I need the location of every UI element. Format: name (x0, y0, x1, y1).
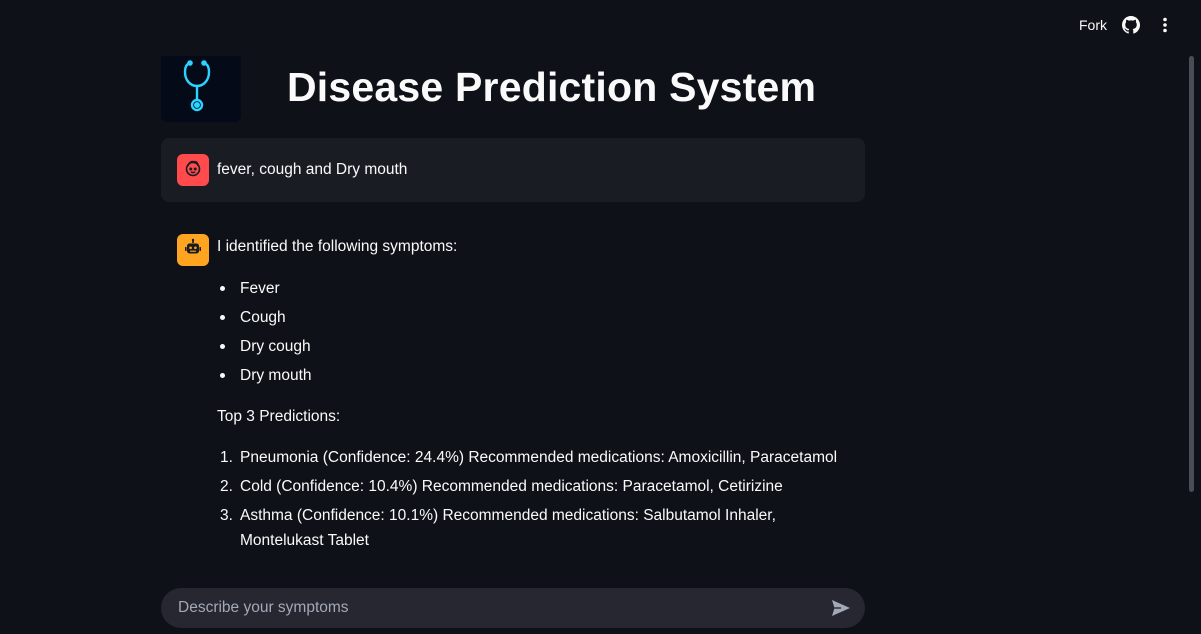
predictions-heading: Top 3 Predictions: (217, 408, 341, 425)
symptom-list: Fever Cough Dry cough Dry mouth (217, 276, 312, 392)
prediction-list: 1. Pneumonia (Confidence: 24.4%) Recomme… (217, 445, 857, 557)
send-icon[interactable] (829, 596, 853, 620)
prediction-text: Cold (Confidence: 10.4%) Recommended med… (240, 478, 783, 495)
user-face-icon (183, 158, 203, 183)
assistant-avatar (177, 234, 209, 266)
prediction-item: 3. Asthma (Confidence: 10.1%) Recommende… (217, 503, 857, 553)
scrollbar[interactable] (1189, 56, 1194, 492)
symptom-item: Dry cough (217, 334, 312, 363)
prediction-item: 2. Cold (Confidence: 10.4%) Recommended … (217, 474, 857, 499)
user-message-text: fever, cough and Dry mouth (217, 161, 408, 178)
symptom-input[interactable] (178, 599, 829, 617)
app-logo (161, 56, 241, 122)
prediction-number: 2. (220, 478, 233, 495)
prediction-text: Asthma (Confidence: 10.1%) Recommended m… (240, 507, 776, 549)
page-title: Disease Prediction System (287, 64, 817, 110)
symptom-item: Dry mouth (217, 363, 312, 392)
symptom-item: Cough (217, 305, 312, 334)
prediction-number: 1. (220, 449, 233, 466)
user-chat-message: fever, cough and Dry mouth (161, 138, 865, 202)
top-toolbar: Fork (1079, 0, 1201, 50)
github-icon[interactable] (1121, 15, 1141, 35)
fork-button[interactable]: Fork (1079, 17, 1107, 33)
symptoms-intro: I identified the following symptoms: (217, 238, 458, 255)
stethoscope-icon (180, 59, 222, 120)
symptom-item: Fever (217, 276, 312, 305)
prediction-item: 1. Pneumonia (Confidence: 24.4%) Recomme… (217, 445, 857, 470)
prediction-text: Pneumonia (Confidence: 24.4%) Recommende… (240, 449, 838, 466)
robot-icon (183, 238, 203, 263)
kebab-menu-icon[interactable] (1155, 15, 1175, 35)
prediction-number: 3. (220, 507, 233, 524)
chat-input-bar (161, 588, 865, 628)
user-avatar (177, 154, 209, 186)
app-page: Fork Disease Prediction System fever, co… (0, 0, 1201, 634)
